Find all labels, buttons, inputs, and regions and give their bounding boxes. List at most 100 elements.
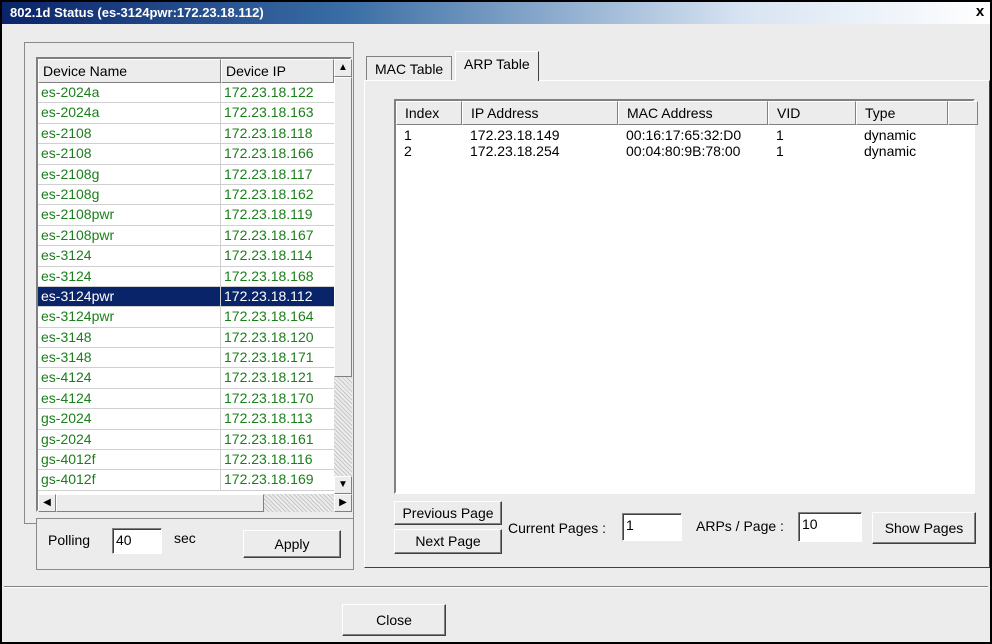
footer-separator bbox=[4, 586, 988, 588]
device-ip-cell: 172.23.18.117 bbox=[224, 165, 313, 182]
device-name-cell: es-2108pwr bbox=[38, 205, 221, 225]
table-row[interactable]: es-2108 172.23.18.118 bbox=[38, 123, 334, 145]
arp-table-body: 1 172.23.18.149 00:16:17:65:32:D0 1 dynamic 2… bbox=[396, 127, 973, 159]
arp-vid-cell: 1 bbox=[776, 127, 784, 143]
arp-type-cell: dynamic bbox=[864, 143, 917, 159]
device-ip-cell: 172.23.18.168 bbox=[224, 267, 314, 284]
table-row[interactable]: es-4124 172.23.18.121 bbox=[38, 368, 334, 389]
table-row[interactable]: es-3148 172.23.18.120 bbox=[38, 327, 334, 349]
table-row[interactable]: 1 172.23.18.149 00:16:17:65:32:D0 1 dynamic bbox=[396, 127, 973, 143]
device-name-cell: es-2108g bbox=[38, 184, 221, 205]
device-name-cell: es-2108 bbox=[38, 144, 221, 164]
table-row[interactable]: gs-4012f 172.23.18.116 bbox=[38, 450, 334, 471]
status-dialog: 802.1d Status (es-3124pwr:172.23.18.112)… bbox=[0, 0, 992, 644]
device-ip-cell: 172.23.18.164 bbox=[224, 308, 314, 325]
table-row[interactable]: es-3124pwr 172.23.18.112 bbox=[38, 286, 334, 308]
device-table-header: Device Name Device IP bbox=[38, 59, 334, 83]
arps-per-page-input[interactable]: 10 bbox=[798, 512, 862, 542]
arp-index-cell: 1 bbox=[404, 127, 412, 143]
table-row[interactable]: gs-2024 172.23.18.113 bbox=[38, 409, 334, 430]
arp-table-header: Index IP Address MAC Address VID Type bbox=[396, 101, 978, 127]
next-page-button[interactable]: Next Page bbox=[394, 529, 502, 554]
device-table-horizontal-scrollbar[interactable]: ◀ ▶ bbox=[38, 494, 352, 512]
device-name-cell: es-2108g bbox=[38, 164, 221, 184]
device-ip-cell: 172.23.18.163 bbox=[224, 104, 314, 121]
arps-per-page-label: ARPs / Page : bbox=[696, 518, 784, 534]
polling-interval-input[interactable]: 40 bbox=[112, 528, 162, 554]
device-ip-cell: 172.23.18.166 bbox=[224, 145, 314, 162]
device-name-cell: gs-2024 bbox=[38, 429, 221, 450]
arp-mac-cell: 00:04:80:9B:78:00 bbox=[626, 143, 741, 159]
scroll-down-icon[interactable]: ▼ bbox=[334, 476, 352, 494]
show-pages-button[interactable]: Show Pages bbox=[872, 512, 976, 544]
table-row[interactable]: gs-2024 172.23.18.161 bbox=[38, 429, 334, 451]
device-ip-cell: 172.23.18.114 bbox=[224, 247, 313, 264]
scroll-up-icon[interactable]: ▲ bbox=[334, 59, 352, 77]
current-pages-input[interactable]: 1 bbox=[622, 513, 682, 541]
table-row[interactable]: es-2108pwr 172.23.18.119 bbox=[38, 205, 334, 226]
arp-vid-cell: 1 bbox=[776, 143, 784, 159]
column-device-ip[interactable]: Device IP bbox=[221, 59, 334, 83]
device-name-cell: es-3124 bbox=[38, 266, 221, 286]
table-row[interactable]: es-2108g 172.23.18.117 bbox=[38, 164, 334, 185]
device-name-cell: es-2024a bbox=[38, 83, 221, 103]
apply-button[interactable]: Apply bbox=[243, 530, 341, 558]
arp-table: Index IP Address MAC Address VID Type 11… bbox=[394, 99, 978, 494]
table-row[interactable]: 2 172.23.18.254 00:04:80:9B:78:00 1 dynamic bbox=[396, 143, 973, 159]
table-row[interactable]: es-3124 172.23.18.114 bbox=[38, 246, 334, 267]
device-ip-cell: 172.23.18.118 bbox=[224, 124, 313, 141]
device-name-cell: gs-4012f bbox=[38, 450, 221, 470]
device-ip-cell: 172.23.18.119 bbox=[224, 206, 313, 223]
device-ip-cell: 172.23.18.169 bbox=[224, 471, 314, 488]
vertical-scroll-thumb[interactable] bbox=[334, 77, 352, 377]
table-row[interactable]: es-3148 172.23.18.171 bbox=[38, 348, 334, 369]
column-type[interactable]: Type bbox=[856, 101, 948, 125]
tab-arp-table[interactable]: ARP Table bbox=[455, 51, 539, 81]
device-table-vertical-scrollbar[interactable]: ▲ ▼ bbox=[334, 59, 352, 494]
scroll-left-icon[interactable]: ◀ bbox=[38, 494, 56, 512]
column-device-name[interactable]: Device Name bbox=[38, 59, 221, 83]
device-name-cell: es-2024a bbox=[38, 103, 221, 123]
tab-mac-table[interactable]: MAC Table bbox=[366, 56, 453, 82]
table-row[interactable]: gs-4012f 172.23.18.169 bbox=[38, 470, 334, 491]
device-ip-cell: 172.23.18.120 bbox=[224, 328, 314, 345]
device-name-cell: es-2108pwr bbox=[38, 225, 221, 246]
table-row[interactable]: es-2108 172.23.18.166 bbox=[38, 144, 334, 165]
arp-mac-cell: 00:16:17:65:32:D0 bbox=[626, 127, 742, 143]
window-title: 802.1d Status (es-3124pwr:172.23.18.112) bbox=[10, 5, 264, 20]
column-mac-address[interactable]: MAC Address bbox=[618, 101, 768, 125]
current-pages-label: Current Pages : bbox=[508, 520, 607, 536]
previous-page-button[interactable]: Previous Page bbox=[394, 501, 502, 525]
device-ip-cell: 172.23.18.167 bbox=[224, 226, 314, 243]
device-name-cell: es-4124 bbox=[38, 368, 221, 388]
device-name-cell: es-3148 bbox=[38, 348, 221, 368]
column-index[interactable]: Index bbox=[396, 101, 462, 125]
title-bar[interactable]: 802.1d Status (es-3124pwr:172.23.18.112)… bbox=[2, 2, 990, 24]
device-ip-cell: 172.23.18.170 bbox=[224, 389, 314, 406]
device-ip-cell: 172.23.18.121 bbox=[224, 369, 314, 386]
device-ip-cell: 172.23.18.112 bbox=[221, 286, 334, 307]
arp-ip-cell: 172.23.18.254 bbox=[470, 143, 560, 159]
table-row[interactable]: es-2024a 172.23.18.163 bbox=[38, 103, 334, 124]
column-vid[interactable]: VID bbox=[768, 101, 856, 125]
horizontal-scroll-track[interactable] bbox=[264, 494, 334, 512]
polling-label: Polling bbox=[48, 532, 91, 548]
table-row[interactable]: es-3124pwr 172.23.18.164 bbox=[38, 307, 334, 328]
vertical-scroll-track[interactable] bbox=[334, 377, 352, 476]
table-row[interactable]: es-3124 172.23.18.168 bbox=[38, 266, 334, 287]
table-row[interactable]: es-4124 172.23.18.170 bbox=[38, 388, 334, 410]
table-row[interactable]: es-2108g 172.23.18.162 bbox=[38, 184, 334, 206]
table-row[interactable]: es-2024a 172.23.18.122 bbox=[38, 83, 334, 104]
device-name-cell: es-3148 bbox=[38, 327, 221, 348]
device-name-cell: es-3124pwr bbox=[38, 286, 221, 307]
close-button[interactable]: Close bbox=[342, 604, 446, 636]
column-ip-address[interactable]: IP Address bbox=[462, 101, 618, 125]
close-icon[interactable]: x bbox=[972, 3, 988, 21]
device-name-cell: es-4124 bbox=[38, 388, 221, 409]
scroll-right-icon[interactable]: ▶ bbox=[334, 494, 352, 512]
column-filler bbox=[948, 101, 978, 125]
device-ip-cell: 172.23.18.171 bbox=[224, 349, 314, 366]
polling-unit-label: sec bbox=[174, 530, 196, 546]
horizontal-scroll-thumb[interactable] bbox=[56, 494, 264, 512]
table-row[interactable]: es-2108pwr 172.23.18.167 bbox=[38, 225, 334, 247]
